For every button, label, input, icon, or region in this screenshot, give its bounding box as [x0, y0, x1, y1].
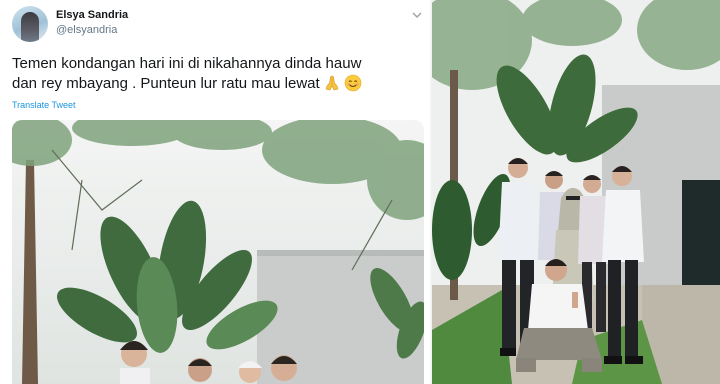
- chevron-down-icon[interactable]: [410, 8, 424, 22]
- tweet-text: Temen kondangan hari ini di nikahannya d…: [12, 54, 420, 94]
- tweet-text-line-2-text: dan rey mbayang . Punteun lur ratu mau l…: [12, 75, 320, 92]
- tweet-text-line-1: Temen kondangan hari ini di nikahannya d…: [12, 55, 362, 72]
- tweet-photo[interactable]: [12, 120, 424, 384]
- tweet-card: Elsya Sandria @elsyandria Temen kondanga…: [0, 0, 432, 384]
- folded-hands-emoji: [323, 74, 341, 92]
- avatar[interactable]: [12, 6, 48, 42]
- group-photo: [432, 0, 720, 384]
- translate-tweet-link[interactable]: Translate Tweet: [12, 100, 76, 110]
- user-handle[interactable]: @elsyandria: [56, 24, 117, 36]
- display-name[interactable]: Elsya Sandria: [56, 9, 128, 21]
- smiling-face-emoji: [344, 74, 362, 92]
- tweet-text-line-2: dan rey mbayang . Punteun lur ratu mau l…: [12, 74, 420, 94]
